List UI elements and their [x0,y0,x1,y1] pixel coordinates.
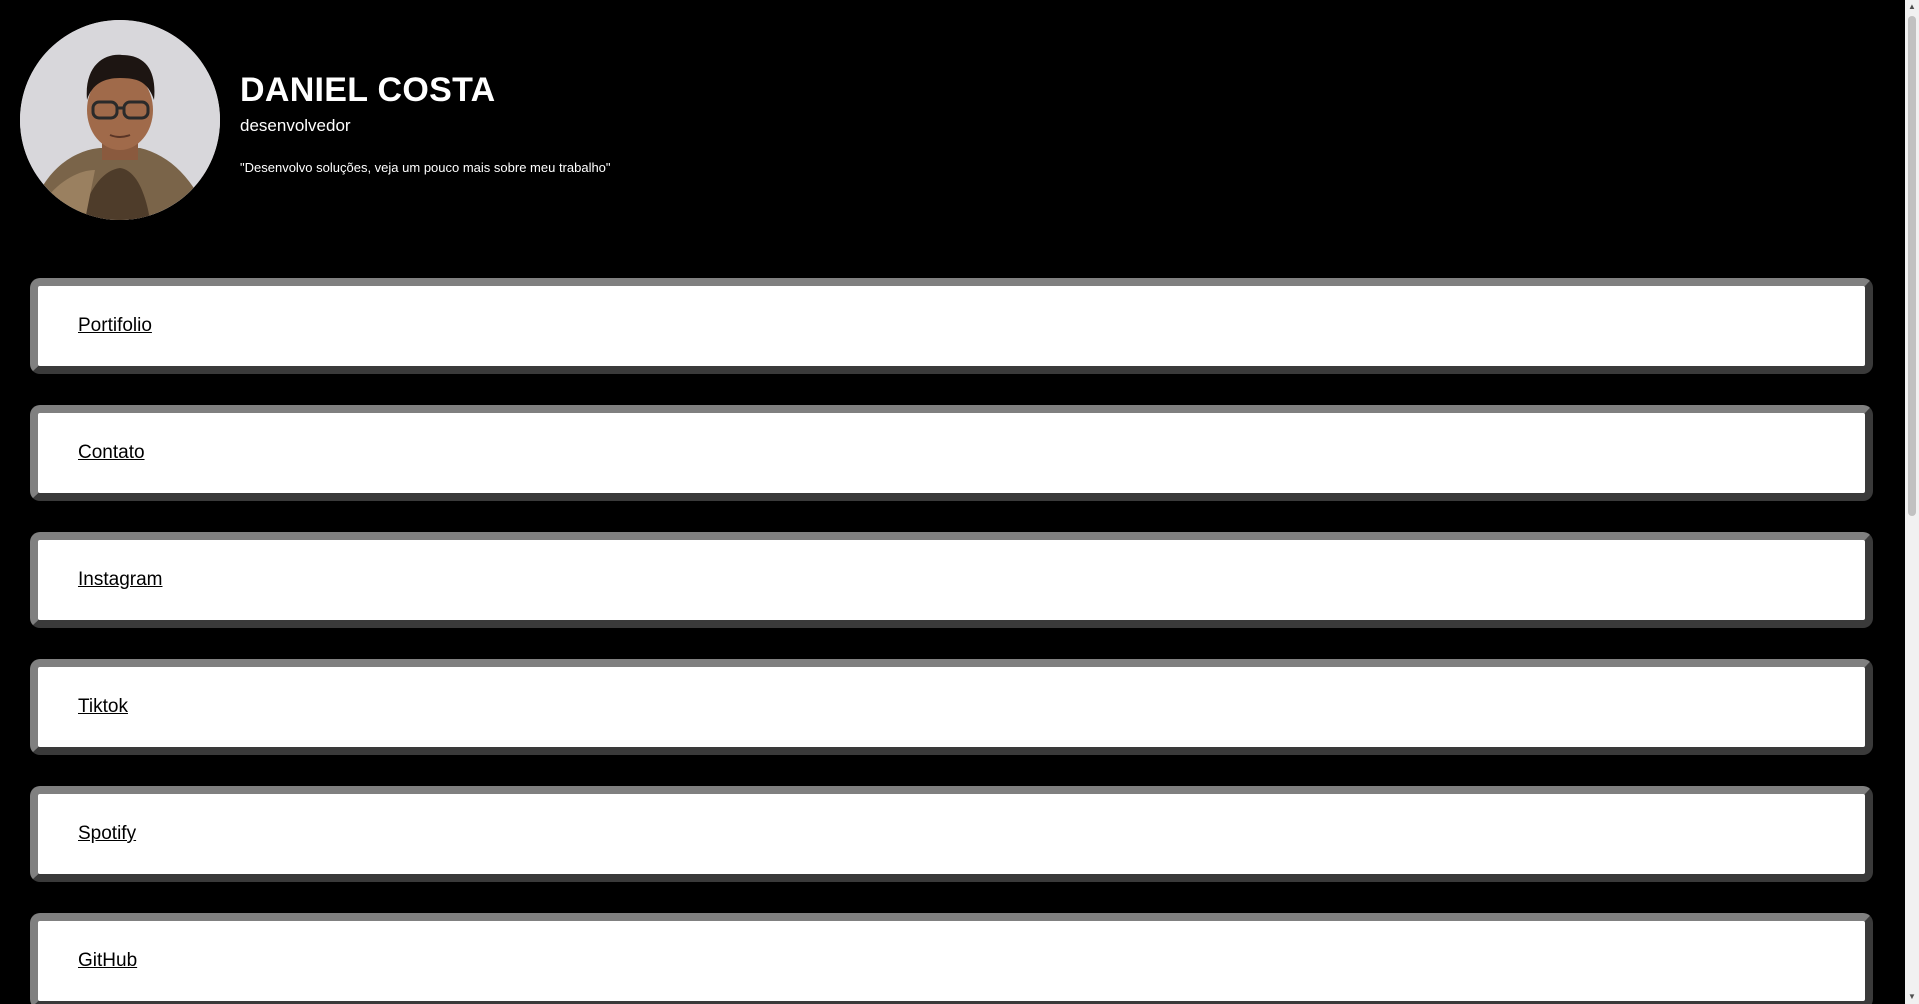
page: DANIEL COSTA desenvolvedor "Desenvolvo s… [0,0,1919,1004]
scrollbar-thumb[interactable] [1908,16,1916,516]
link-tiktok[interactable]: Tiktok [78,696,128,718]
triangle-down-icon[interactable]: ▼ [1905,990,1919,1004]
profile-header: DANIEL COSTA desenvolvedor "Desenvolvo s… [20,20,611,220]
link-card-instagram[interactable]: Instagram [30,532,1873,628]
link-card-github[interactable]: GitHub [30,913,1873,1004]
avatar [20,20,220,220]
link-instagram[interactable]: Instagram [78,569,162,591]
link-card-spotify[interactable]: Spotify [30,786,1873,882]
vertical-scrollbar[interactable]: ▲ ▼ [1905,0,1919,1004]
profile-role: desenvolvedor [240,116,351,135]
link-github[interactable]: GitHub [78,950,137,972]
triangle-up-icon[interactable]: ▲ [1905,0,1919,14]
link-portifolio[interactable]: Portifolio [78,315,152,337]
profile-quote: "Desenvolvo soluções, veja um pouco mais… [240,160,611,175]
avatar-photo [20,20,220,220]
link-card-contato[interactable]: Contato [30,405,1873,501]
link-spotify[interactable]: Spotify [78,823,136,845]
profile-name: DANIEL COSTA [240,71,496,109]
link-card-tiktok[interactable]: Tiktok [30,659,1873,755]
links-list: Portifolio Contato Instagram Tiktok Spot… [30,278,1873,1004]
profile-info: DANIEL COSTA desenvolvedor "Desenvolvo s… [240,20,611,176]
link-contato[interactable]: Contato [78,442,145,464]
link-card-portifolio[interactable]: Portifolio [30,278,1873,374]
